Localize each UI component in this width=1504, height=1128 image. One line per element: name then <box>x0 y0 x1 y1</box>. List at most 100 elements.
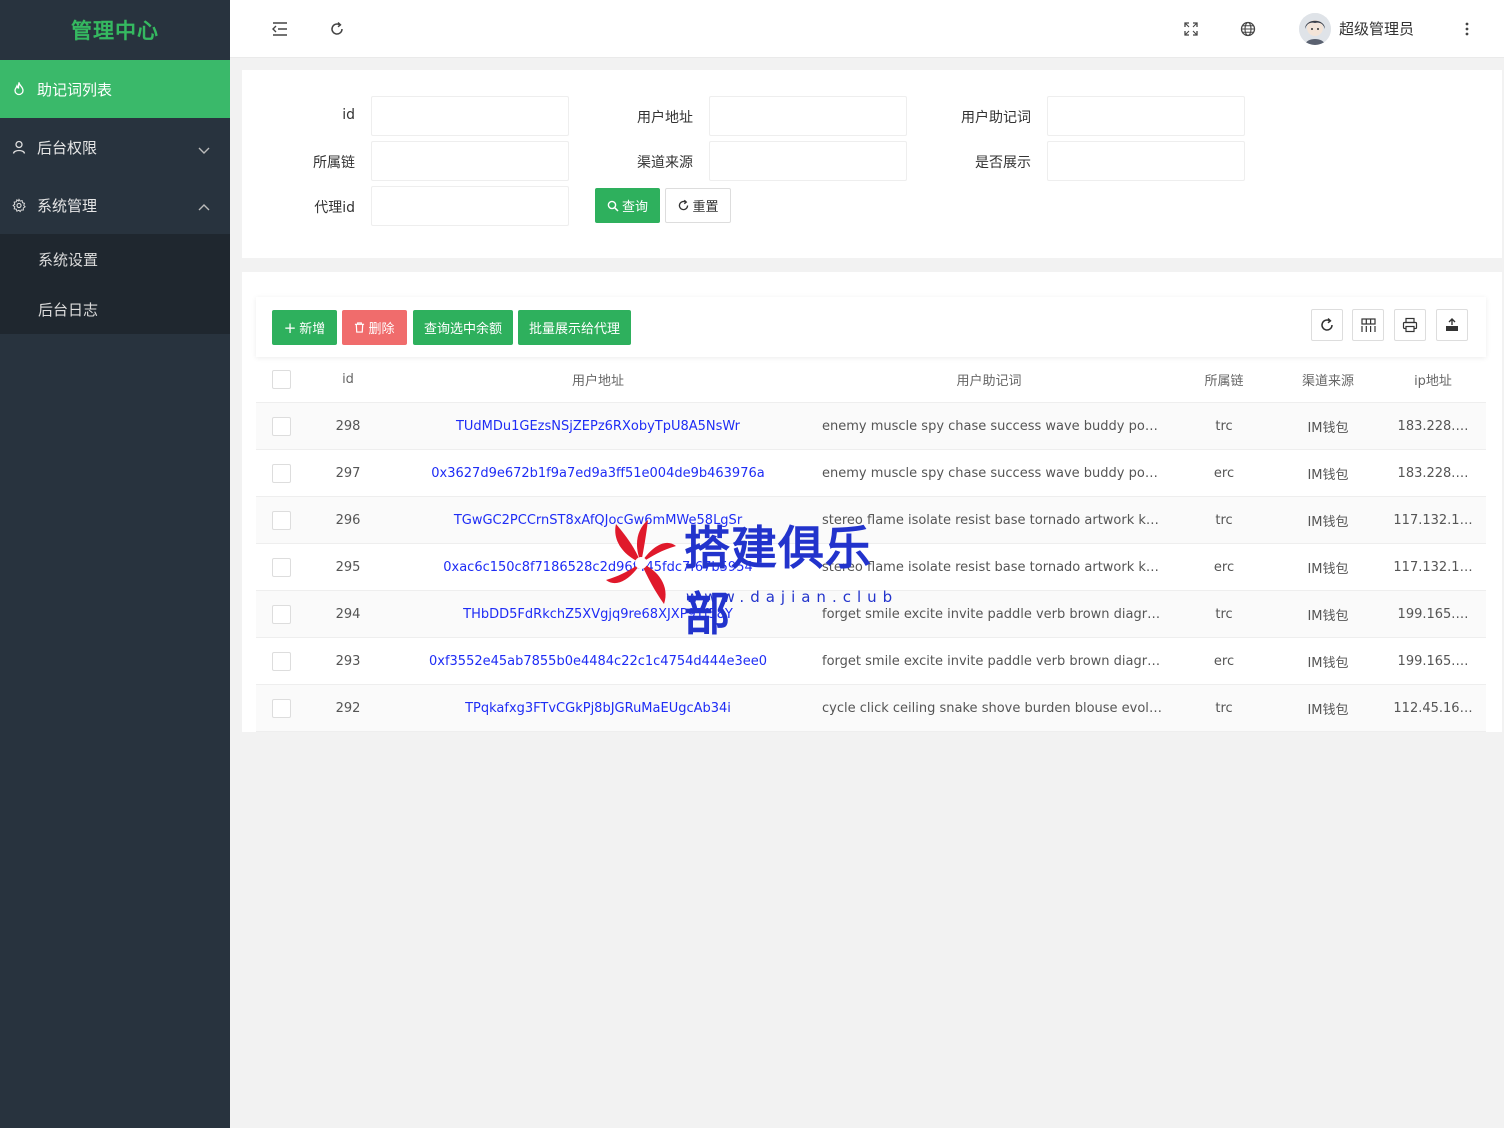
columns-icon[interactable] <box>1352 309 1384 341</box>
cell-ip: 183.228.… <box>1397 418 1469 434</box>
row-checkbox[interactable] <box>271 698 291 718</box>
user-name[interactable]: 超级管理员 <box>1339 18 1414 39</box>
filter-label-display: 是否展示 <box>975 155 1031 171</box>
cell-source: IM钱包 <box>1307 702 1349 718</box>
mnemonic-text: cycle click ceiling snake shove burden b… <box>822 700 1162 716</box>
cell-source: IM钱包 <box>1307 514 1349 530</box>
sidebar-item-admin-logs[interactable]: 后台日志 <box>0 284 230 334</box>
cell-source: IM钱包 <box>1307 655 1349 671</box>
table-row[interactable]: 293 0xf3552e45ab7855b0e4484c22c1c4754d444… <box>256 638 1486 685</box>
data-table-card: + 新增 删除 查询选中余额 批量展示给代理 id 用户地址 用户助记词 所属链… <box>242 272 1502 732</box>
query-selected-balance-button[interactable]: 查询选中余额 <box>413 310 513 345</box>
avatar[interactable] <box>1299 13 1331 45</box>
cell-ip: 117.132.1… <box>1393 559 1473 575</box>
filter-input-source[interactable] <box>709 141 907 181</box>
address-link[interactable]: THbDD5FdRkchZ5XVgjq9re68XJXP9Tf58Y <box>463 607 733 622</box>
cell-chain: erc <box>1213 465 1235 481</box>
filter-input-id[interactable] <box>371 96 569 136</box>
mnemonic-text: enemy muscle spy chase success wave budd… <box>822 465 1162 481</box>
cell-address[interactable]: TPqkafxg3FTvCGkPj8bJGRuMaEUgcAb34i <box>390 685 806 731</box>
column-header-chain[interactable]: 所属链 <box>1172 357 1276 402</box>
sidebar: 管理中心 助记词列表 后台权限 系统管理 系统设置 后台日志 <box>0 0 230 1128</box>
mnemonic-text: forget smile excite invite paddle verb b… <box>822 653 1162 669</box>
cell-address[interactable]: 0x3627d9e672b1f9a7ed9a3ff51e004de9b46397… <box>390 450 806 496</box>
filter-label-chain: 所属链 <box>313 155 355 171</box>
more-icon[interactable] <box>1457 19 1477 39</box>
cell-mnemonic: stereo flame isolate resist base tornado… <box>822 544 1162 590</box>
filter-input-display[interactable] <box>1047 141 1245 181</box>
row-checkbox[interactable] <box>271 463 291 483</box>
cell-source: IM钱包 <box>1307 561 1349 577</box>
row-checkbox-cell <box>256 685 306 731</box>
header-checkbox-cell <box>256 357 306 402</box>
address-link[interactable]: TPqkafxg3FTvCGkPj8bJGRuMaEUgcAb34i <box>465 701 731 716</box>
row-checkbox[interactable] <box>271 651 291 671</box>
address-link[interactable]: TGwGC2PCCrnST8xAfQJocGw6mMWe58LgSr <box>454 513 742 528</box>
cell-ip: 199.165.… <box>1397 653 1469 669</box>
globe-icon[interactable] <box>1238 19 1258 39</box>
table-refresh-icon[interactable] <box>1311 309 1343 341</box>
delete-button[interactable]: 删除 <box>342 310 407 345</box>
export-icon[interactable] <box>1436 309 1468 341</box>
fullscreen-icon[interactable] <box>1181 19 1201 39</box>
row-checkbox[interactable] <box>271 557 291 577</box>
cell-source: IM钱包 <box>1307 608 1349 624</box>
cell-address[interactable]: THbDD5FdRkchZ5XVgjq9re68XJXP9Tf58Y <box>390 591 806 637</box>
address-link[interactable]: 0xf3552e45ab7855b0e4484c22c1c4754d444e3e… <box>429 654 767 669</box>
menu-fold-icon[interactable] <box>270 19 290 39</box>
sidebar-item-label: 后台权限 <box>37 138 98 157</box>
address-link[interactable]: TUdMDu1GEzsNSjZEPz6RXobyTpU8A5NsWr <box>456 419 740 434</box>
sidebar-item-admin-permissions[interactable]: 后台权限 <box>0 118 230 176</box>
column-header-mnemonic[interactable]: 用户助记词 <box>806 357 1172 402</box>
submenu-system-management: 系统设置 后台日志 <box>0 234 230 334</box>
row-checkbox-cell <box>256 544 306 590</box>
select-all-checkbox[interactable] <box>271 370 291 389</box>
print-icon[interactable] <box>1394 309 1426 341</box>
data-table: id 用户地址 用户助记词 所属链 渠道来源 ip地址 298 TUdMDu1GE… <box>256 357 1486 732</box>
cell-id: 292 <box>335 700 361 716</box>
cell-address[interactable]: 0xac6c150c8f7186528c2d96f445fdc7f67b5954 <box>390 544 806 590</box>
refresh-icon <box>677 199 690 212</box>
column-header-ip[interactable]: ip地址 <box>1380 357 1486 402</box>
row-checkbox[interactable] <box>271 510 291 530</box>
filter-input-agent-id[interactable] <box>371 186 569 226</box>
filter-label-agent-id: 代理id <box>314 200 355 216</box>
mnemonic-text: enemy muscle spy chase success wave budd… <box>822 418 1162 434</box>
table-row[interactable]: 296 TGwGC2PCCrnST8xAfQJocGw6mMWe58LgSr ste… <box>256 497 1486 544</box>
sidebar-item-label: 助记词列表 <box>37 80 113 99</box>
filter-input-address[interactable] <box>709 96 907 136</box>
delete-button-label: 删除 <box>368 322 395 337</box>
sidebar-item-mnemonic-list[interactable]: 助记词列表 <box>0 60 230 118</box>
table-row[interactable]: 295 0xac6c150c8f7186528c2d96f445fdc7f67b5… <box>256 544 1486 591</box>
query-button[interactable]: 查询 <box>595 188 660 223</box>
cell-address[interactable]: TGwGC2PCCrnST8xAfQJocGw6mMWe58LgSr <box>390 497 806 543</box>
address-link[interactable]: 0xac6c150c8f7186528c2d96f445fdc7f67b5954 <box>443 560 753 575</box>
cell-address[interactable]: TUdMDu1GEzsNSjZEPz6RXobyTpU8A5NsWr <box>390 403 806 449</box>
column-header-id[interactable]: id <box>306 357 390 402</box>
address-link[interactable]: 0x3627d9e672b1f9a7ed9a3ff51e004de9b46397… <box>431 466 764 481</box>
table-row[interactable]: 297 0x3627d9e672b1f9a7ed9a3ff51e004de9b46… <box>256 450 1486 497</box>
filter-input-chain[interactable] <box>371 141 569 181</box>
table-row[interactable]: 294 THbDD5FdRkchZ5XVgjq9re68XJXP9Tf58Y for… <box>256 591 1486 638</box>
fire-icon <box>12 82 26 96</box>
sidebar-item-system-settings[interactable]: 系统设置 <box>0 234 230 284</box>
cell-chain: trc <box>1215 512 1233 528</box>
row-checkbox[interactable] <box>271 604 291 624</box>
cell-ip: 183.228.… <box>1397 465 1469 481</box>
batch-show-to-agent-button[interactable]: 批量展示给代理 <box>518 310 631 345</box>
add-button[interactable]: + 新增 <box>272 310 337 345</box>
cell-address[interactable]: 0xf3552e45ab7855b0e4484c22c1c4754d444e3e… <box>390 638 806 684</box>
column-header-source[interactable]: 渠道来源 <box>1276 357 1380 402</box>
sidebar-item-system-management[interactable]: 系统管理 <box>0 176 230 234</box>
cell-mnemonic: enemy muscle spy chase success wave budd… <box>822 403 1162 449</box>
row-checkbox[interactable] <box>271 416 291 436</box>
column-header-address[interactable]: 用户地址 <box>390 357 806 402</box>
cell-chain: trc <box>1215 418 1233 434</box>
filter-input-mnemonic[interactable] <box>1047 96 1245 136</box>
table-row[interactable]: 298 TUdMDu1GEzsNSjZEPz6RXobyTpU8A5NsWr ene… <box>256 403 1486 450</box>
row-checkbox-cell <box>256 591 306 637</box>
table-row[interactable]: 292 TPqkafxg3FTvCGkPj8bJGRuMaEUgcAb34i cyc… <box>256 685 1486 732</box>
refresh-icon[interactable] <box>327 19 347 39</box>
query-button-label: 查询 <box>621 200 648 215</box>
reset-button[interactable]: 重置 <box>665 188 731 223</box>
